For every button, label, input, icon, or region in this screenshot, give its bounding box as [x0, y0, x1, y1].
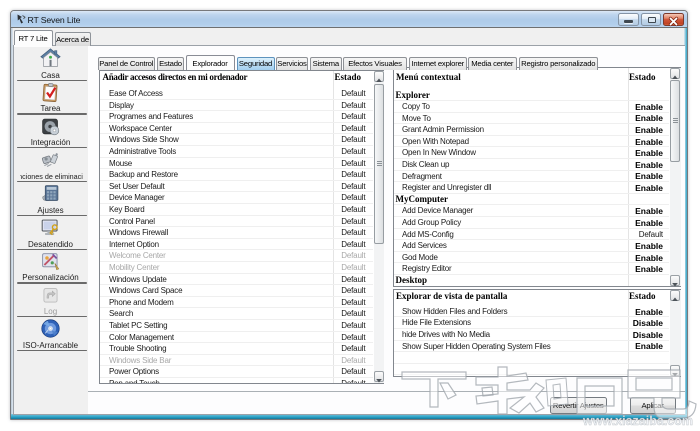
svg-text:www.xiazaiba.com: www.xiazaiba.com — [582, 414, 693, 428]
